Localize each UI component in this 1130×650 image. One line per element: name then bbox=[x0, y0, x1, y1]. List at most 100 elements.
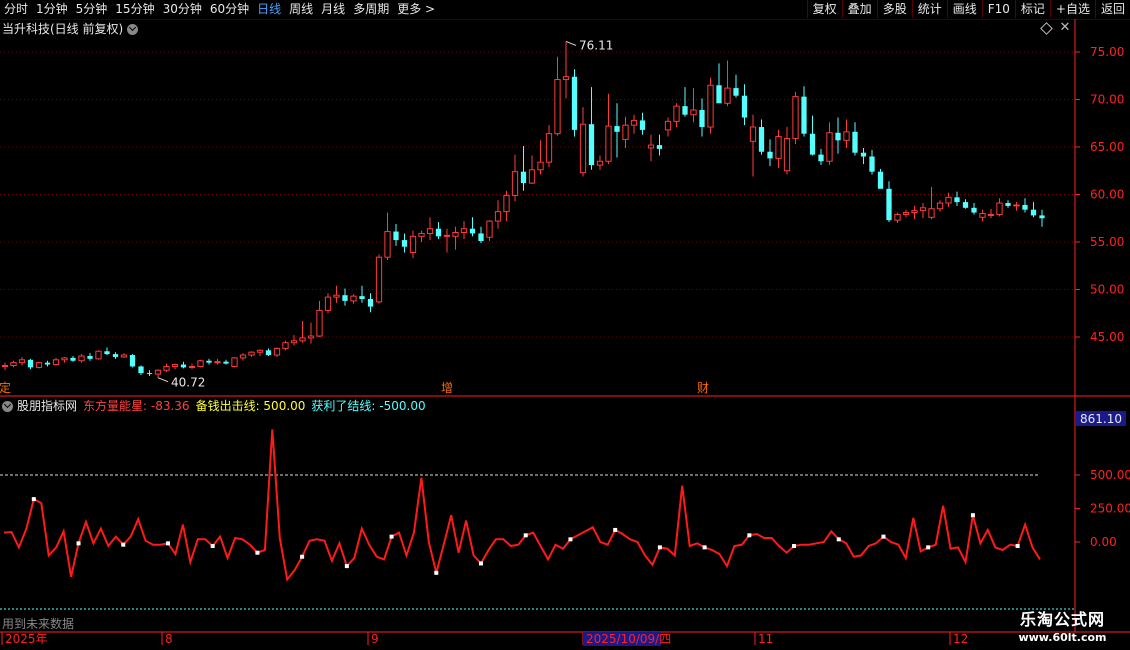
candle-body bbox=[342, 295, 348, 301]
min-marker bbox=[157, 377, 169, 383]
candle-body bbox=[333, 294, 340, 298]
candle-body bbox=[393, 231, 399, 241]
candle-body bbox=[911, 210, 918, 214]
candle-body bbox=[936, 202, 944, 210]
candle-body bbox=[860, 152, 867, 157]
candle-body bbox=[979, 213, 986, 218]
price-tick-label: 45.00 bbox=[1090, 330, 1124, 344]
indicator-dot bbox=[255, 550, 260, 555]
indicator-dot bbox=[479, 561, 484, 566]
candle-body bbox=[749, 126, 757, 142]
indicator-dot bbox=[613, 527, 618, 532]
candle-body bbox=[886, 188, 892, 221]
candle-body bbox=[146, 373, 153, 375]
indicator-dot bbox=[31, 497, 36, 502]
candle-body bbox=[95, 350, 102, 360]
watermark-title: 乐淘公式网 bbox=[1019, 610, 1105, 629]
candle-body bbox=[154, 369, 162, 375]
candle-body bbox=[758, 127, 765, 152]
candle-body bbox=[545, 133, 553, 163]
max-marker bbox=[565, 40, 577, 46]
candle-body bbox=[265, 350, 272, 356]
candle-body bbox=[120, 354, 128, 358]
candle-body bbox=[367, 299, 374, 307]
indicator-dot bbox=[76, 541, 81, 546]
candle-body bbox=[902, 212, 910, 215]
candle-body bbox=[792, 96, 799, 139]
candle-body bbox=[945, 196, 952, 204]
candle-body bbox=[537, 161, 544, 171]
candle-body bbox=[35, 362, 43, 368]
candle-body bbox=[1013, 204, 1020, 207]
candle-body bbox=[928, 208, 935, 218]
event-marker: 增 bbox=[441, 381, 453, 395]
date-label: 11 bbox=[758, 632, 773, 646]
event-marker: 财 bbox=[697, 381, 709, 395]
candle-body bbox=[707, 84, 714, 128]
candle-body bbox=[494, 211, 502, 222]
candle-body bbox=[188, 365, 196, 368]
indicator-dot bbox=[926, 545, 931, 550]
candle-body bbox=[630, 119, 638, 126]
candle-body bbox=[562, 76, 570, 81]
candle-body bbox=[1005, 203, 1011, 206]
indicator-dot bbox=[657, 545, 662, 550]
candle-body bbox=[299, 337, 306, 342]
date-label: 12 bbox=[953, 632, 968, 646]
candle-body bbox=[418, 232, 425, 237]
watermark-url: www.60lt.com bbox=[1018, 631, 1107, 644]
candle-body bbox=[273, 347, 281, 356]
indicator-dot bbox=[300, 554, 305, 559]
event-marker: 定 bbox=[0, 380, 11, 395]
candle-body bbox=[843, 131, 850, 141]
date-label: 9 bbox=[371, 632, 379, 646]
candle-body bbox=[307, 335, 315, 339]
candle-body bbox=[324, 296, 332, 311]
candle-body bbox=[104, 351, 110, 355]
candle-body bbox=[1039, 215, 1045, 219]
chart-canvas[interactable]: 75.00 70.00 65.00 60.00 55.00 50.00 45.00 76.11… bbox=[0, 0, 1130, 650]
candle-body bbox=[129, 355, 136, 367]
max-price-label: 76.11 bbox=[579, 38, 613, 52]
candle-body bbox=[248, 351, 255, 356]
candle-body bbox=[801, 96, 807, 134]
candle-body bbox=[835, 132, 841, 141]
candle-body bbox=[682, 106, 688, 115]
candle-body bbox=[699, 109, 705, 128]
price-tick-label: 75.00 bbox=[1090, 45, 1124, 59]
candle-body bbox=[409, 235, 417, 253]
candle-body bbox=[70, 357, 76, 361]
indicator-dot bbox=[702, 545, 707, 550]
candle-body bbox=[138, 366, 144, 374]
candle-body bbox=[783, 137, 791, 172]
candle-body bbox=[724, 87, 731, 104]
indicator-dot bbox=[165, 541, 170, 546]
candle-body bbox=[231, 357, 238, 367]
candle-body bbox=[511, 171, 519, 196]
candle-body bbox=[401, 240, 408, 247]
candle-body bbox=[87, 356, 93, 359]
date-label: 2025年 bbox=[5, 632, 48, 646]
candle-body bbox=[647, 144, 655, 149]
candle-body bbox=[767, 151, 773, 159]
candle-body bbox=[1022, 204, 1028, 210]
candle-body bbox=[214, 361, 221, 364]
min-price-label: 40.72 bbox=[171, 376, 205, 390]
candle-body bbox=[664, 120, 672, 131]
price-tick-label: 50.00 bbox=[1090, 283, 1124, 297]
candle-body bbox=[478, 233, 484, 242]
indicator-dot bbox=[210, 544, 215, 549]
candle-body bbox=[588, 124, 595, 166]
candle-body bbox=[605, 125, 612, 162]
candle-body bbox=[282, 342, 289, 349]
candle-body bbox=[78, 355, 85, 362]
candle-body bbox=[919, 207, 927, 212]
indicator-dot bbox=[568, 537, 573, 542]
candle-body bbox=[1, 365, 9, 367]
date-label: 8 bbox=[165, 632, 173, 646]
candle-body bbox=[469, 228, 476, 234]
candle-body bbox=[962, 202, 969, 208]
candle-body bbox=[171, 364, 179, 367]
candle-body bbox=[256, 349, 264, 353]
candle-body bbox=[316, 309, 323, 337]
